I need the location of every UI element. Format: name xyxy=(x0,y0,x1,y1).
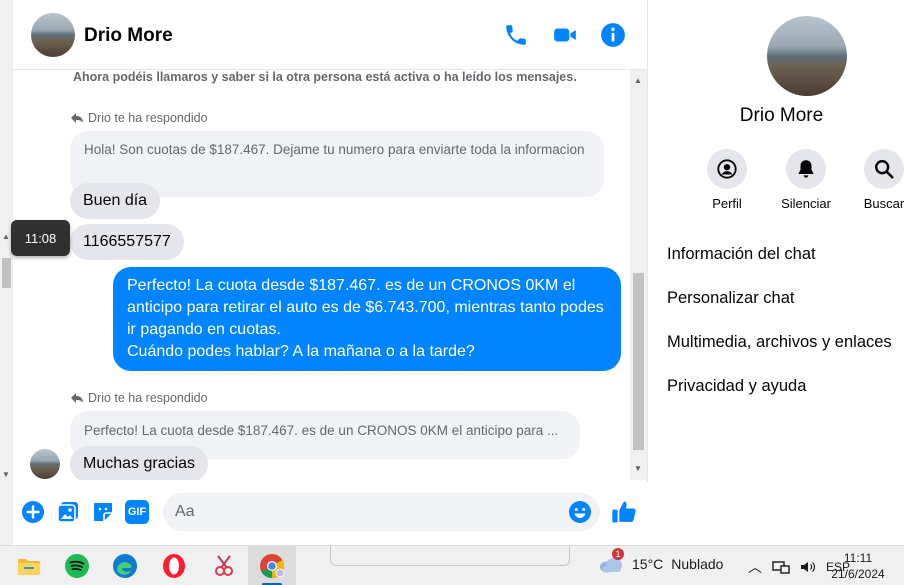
snipping-tool-icon[interactable] xyxy=(211,553,237,579)
profile-icon xyxy=(717,159,737,179)
profile-button-label: Perfil xyxy=(712,196,742,211)
info-icon[interactable] xyxy=(600,22,626,48)
mute-button-label: Silenciar xyxy=(781,196,831,211)
network-icon[interactable] xyxy=(772,560,790,574)
menu-customize-chat[interactable]: Personalizar chat xyxy=(667,289,794,308)
outgoing-message[interactable]: Perfecto! La cuota desde $187.467. es de… xyxy=(113,267,621,371)
video-camera-icon[interactable] xyxy=(552,22,578,48)
clock-date: 21/6/2024 xyxy=(831,567,885,581)
spotify-icon[interactable] xyxy=(64,553,90,579)
plus-icon[interactable] xyxy=(21,500,45,524)
chat-header: Drio More xyxy=(13,0,648,70)
messages-scrollbar[interactable]: ▲ ▼ xyxy=(630,70,647,480)
phone-icon[interactable] xyxy=(503,22,529,48)
profile-name: Drio More xyxy=(739,105,824,126)
volume-icon[interactable] xyxy=(800,560,816,574)
temperature: 15°C xyxy=(632,556,664,572)
search-button[interactable]: Buscar xyxy=(849,149,904,211)
messages-scrollbar-thumb[interactable] xyxy=(633,273,644,450)
chat-pane: Drio More Ahora podéis llamaros y saber … xyxy=(13,0,648,545)
reply-label: Drio te ha respondido xyxy=(70,111,208,125)
edge-icon[interactable] xyxy=(112,553,138,579)
timestamp-tooltip: 11:08 xyxy=(11,220,70,256)
opera-icon[interactable] xyxy=(161,553,187,579)
incoming-message[interactable]: 1166557577 xyxy=(70,224,184,260)
message-composer: GIF xyxy=(13,482,648,545)
weather-alert-badge: 1 xyxy=(612,548,624,560)
profile-button[interactable]: Perfil xyxy=(692,149,762,211)
sticker-icon[interactable] xyxy=(91,500,115,524)
chevron-up-icon[interactable]: ︿ xyxy=(748,557,762,577)
file-explorer-icon[interactable] xyxy=(16,553,42,579)
cloud-icon: 1 xyxy=(598,548,624,574)
windows-taskbar: 1 15°C Nublado ︿ ESP 11:11 21/6/2024 xyxy=(0,545,904,585)
taskbar-clock[interactable]: 11:11 21/6/2024 xyxy=(828,550,888,582)
emoji-icon[interactable] xyxy=(568,500,592,524)
message-list[interactable]: Ahora podéis llamaros y saber si la otra… xyxy=(13,70,648,480)
thumbs-up-icon[interactable] xyxy=(610,498,638,526)
message-input[interactable] xyxy=(163,493,600,531)
profile-avatar[interactable] xyxy=(767,16,847,96)
weather-condition: Nublado xyxy=(671,556,724,572)
sender-avatar[interactable] xyxy=(30,449,60,479)
clock-time: 11:11 xyxy=(843,551,873,565)
chat-info-panel: Drio More Perfil Silenciar Buscar Inform… xyxy=(649,0,904,545)
reply-label: Drio te ha respondido xyxy=(70,391,208,405)
gif-icon[interactable]: GIF xyxy=(125,500,149,524)
contact-avatar[interactable] xyxy=(31,13,75,57)
page-scrollbar-thumb[interactable] xyxy=(2,258,11,288)
weather-widget[interactable]: 1 15°C Nublado xyxy=(598,548,724,574)
incoming-message[interactable]: Muchas gracias xyxy=(70,446,209,480)
scroll-down-arrow-icon[interactable]: ▼ xyxy=(634,464,642,473)
contact-name[interactable]: Drio More xyxy=(84,25,173,47)
chrome-icon[interactable] xyxy=(259,553,285,579)
menu-privacy-help[interactable]: Privacidad y ayuda xyxy=(667,377,806,396)
window-preview-outline xyxy=(330,546,570,566)
search-icon xyxy=(875,160,894,179)
scroll-up-arrow-icon[interactable]: ▲ xyxy=(634,76,642,85)
mute-button[interactable]: Silenciar xyxy=(771,149,841,211)
image-icon[interactable] xyxy=(56,500,80,524)
scroll-down-arrow-icon[interactable]: ▼ xyxy=(2,470,10,479)
menu-chat-info[interactable]: Información del chat xyxy=(667,245,816,264)
menu-media-files-links[interactable]: Multimedia, archivos y enlaces xyxy=(667,333,892,352)
bell-icon xyxy=(798,160,814,178)
scroll-up-arrow-icon[interactable]: ▲ xyxy=(2,232,10,241)
reply-arrow-icon xyxy=(71,113,83,123)
page-scrollbar[interactable]: ▲ ▼ xyxy=(0,0,13,545)
search-button-label: Buscar xyxy=(863,196,904,211)
incoming-message[interactable]: Buen día xyxy=(70,183,161,219)
chat-notice: Ahora podéis llamaros y saber si la otra… xyxy=(73,70,577,84)
reply-arrow-icon xyxy=(71,393,83,403)
